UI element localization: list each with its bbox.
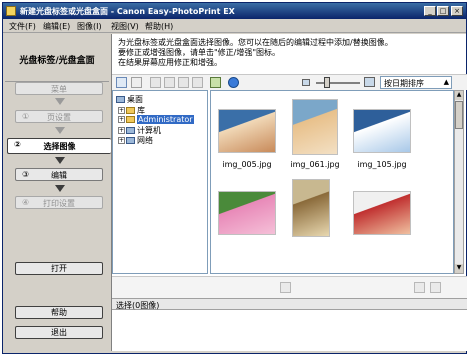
menu-view[interactable]: 视图(V) (111, 21, 139, 32)
open-button[interactable]: 打开 (15, 262, 103, 275)
expand-icon[interactable]: + (118, 127, 125, 134)
image-caption: img_005.jpg (222, 160, 272, 169)
step-page-setup-button[interactable]: ① 页设置 (15, 110, 103, 123)
rotate-left-icon[interactable] (164, 77, 175, 88)
web-icon[interactable] (228, 77, 239, 88)
image-thumbnail[interactable] (292, 99, 338, 155)
tree-node-network[interactable]: + 网络 (118, 135, 153, 146)
folder-icon (126, 107, 135, 114)
step-print-settings-label: 打印设置 (43, 199, 75, 208)
expand-icon[interactable]: + (118, 116, 125, 123)
step-navigation-panel: 光盘标签/光盘盒面 菜单 ① 页设置 ② 选择图像 ③ 编辑 ④ 打印设置 打开… (5, 34, 111, 351)
computer-icon (126, 127, 135, 134)
close-button[interactable]: × (451, 6, 463, 16)
correct-enhance-icon[interactable] (150, 77, 161, 88)
image-thumbnail[interactable] (218, 109, 276, 153)
step-arrow-icon (55, 127, 65, 134)
image-grid: img_005.jpg img_061.jpg img_105.jpg (210, 90, 454, 274)
zoom-out-icon[interactable] (302, 79, 310, 86)
rotate-right-icon[interactable] (178, 77, 189, 88)
image-thumbnail[interactable] (292, 179, 330, 237)
image-thumbnail[interactable] (353, 191, 411, 235)
zoom-in-icon[interactable] (364, 77, 375, 87)
step-menu-button[interactable]: 菜单 (15, 82, 103, 95)
step-arrow-icon (55, 157, 65, 164)
menu-bar: 文件(F) 编辑(E) 图像(I) 视图(V) 帮助(H) (3, 19, 466, 33)
selected-images-area (112, 310, 467, 351)
folder-tree: 桌面 + 库 + Administrator + 计算机 + 网络 (112, 90, 208, 274)
step-select-images-button[interactable]: ② 选择图像 (7, 138, 111, 154)
remove-image-icon[interactable] (430, 282, 441, 293)
panel-heading: 光盘标签/光盘盒面 (19, 56, 95, 66)
step-page-setup-label: 页设置 (47, 113, 71, 122)
step-select-images-label: 选择图像 (43, 142, 76, 151)
app-icon (6, 6, 16, 16)
menu-file[interactable]: 文件(F) (9, 21, 36, 32)
exit-button[interactable]: 退出 (15, 326, 103, 339)
desktop-icon (116, 96, 125, 103)
delete-icon[interactable] (192, 77, 203, 88)
sort-select[interactable]: 按日期排序 ▲ (380, 76, 452, 89)
scan-icon[interactable] (210, 77, 221, 88)
app-window: 新建光盘标签或光盘盒面 - Canon Easy-PhotoPrint EX _… (2, 2, 467, 354)
selected-images-header: 选择(0图像) (112, 298, 467, 310)
scroll-up-icon[interactable]: ▲ (455, 91, 463, 100)
step-edit-button[interactable]: ③ 编辑 (15, 168, 103, 181)
tree-label: 网络 (137, 136, 153, 145)
dropdown-arrow-icon: ▲ (443, 78, 449, 86)
network-icon (126, 137, 135, 144)
step-print-settings-button[interactable]: ④ 打印设置 (15, 196, 103, 209)
step-edit-label: 编辑 (51, 171, 67, 180)
expand-icon[interactable]: + (118, 137, 125, 144)
step-arrow-icon (55, 98, 65, 105)
image-thumbnail[interactable] (353, 109, 411, 153)
expand-icon[interactable]: + (118, 107, 125, 114)
tree-label: Administrator (137, 115, 194, 124)
folder-icon (126, 116, 135, 123)
tree-label: 库 (137, 106, 145, 115)
zoom-slider-thumb[interactable] (324, 77, 330, 88)
selection-toolbar (112, 276, 467, 298)
image-thumbnail[interactable] (218, 191, 276, 235)
sort-select-value: 按日期排序 (384, 79, 424, 88)
step-arrow-icon (55, 185, 65, 192)
help-button[interactable]: 帮助 (15, 306, 103, 319)
tree-node-desktop[interactable]: 桌面 (116, 94, 143, 105)
image-toolbar: 按日期排序 ▲ (112, 74, 467, 90)
undo-icon[interactable] (280, 282, 291, 293)
instructions-text: 为光盘标签或光盘盒面选择图像。您可以在随后的编辑过程中添加/替换图像。 要修正或… (118, 38, 393, 67)
add-image-icon[interactable] (414, 282, 425, 293)
zoom-slider-track[interactable] (316, 82, 360, 84)
minimize-button[interactable]: _ (424, 6, 436, 16)
tree-label: 桌面 (127, 95, 143, 104)
panel-heading-box: 光盘标签/光盘盒面 (5, 34, 109, 82)
step-menu-label: 菜单 (51, 85, 67, 94)
scroll-down-icon[interactable]: ▼ (455, 264, 463, 273)
scroll-thumb[interactable] (455, 101, 463, 129)
image-caption: img_105.jpg (357, 160, 407, 169)
thumbnail-view-icon[interactable] (116, 77, 127, 88)
maximize-button[interactable]: □ (437, 6, 449, 16)
tree-node-user[interactable]: + Administrator (118, 115, 194, 124)
main-area: 为光盘标签或光盘盒面选择图像。您可以在随后的编辑过程中添加/替换图像。 要修正或… (111, 34, 467, 351)
grid-scrollbar[interactable]: ▲ ▼ (454, 90, 464, 274)
large-view-icon[interactable] (131, 77, 142, 88)
image-caption: img_061.jpg (290, 160, 340, 169)
menu-image[interactable]: 图像(I) (77, 21, 102, 32)
title-bar: 新建光盘标签或光盘盒面 - Canon Easy-PhotoPrint EX _… (3, 3, 466, 19)
menu-edit[interactable]: 编辑(E) (43, 21, 70, 32)
menu-help[interactable]: 帮助(H) (145, 21, 173, 32)
tree-label: 计算机 (137, 126, 161, 135)
window-title: 新建光盘标签或光盘盒面 - Canon Easy-PhotoPrint EX (20, 7, 235, 16)
